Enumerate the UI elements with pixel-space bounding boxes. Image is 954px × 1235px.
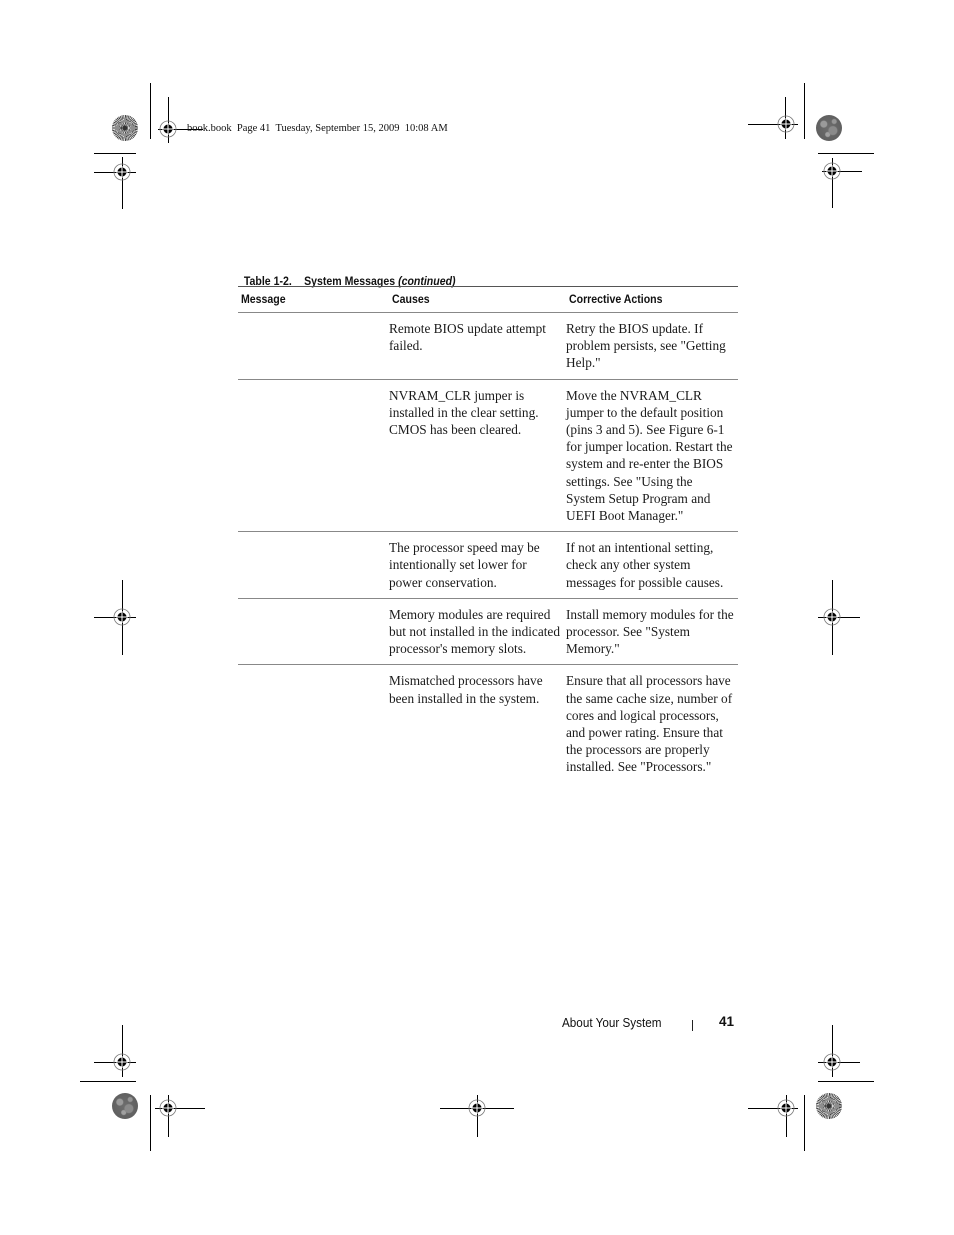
registration-mark-icon: [113, 608, 131, 626]
print-slug: book.book Page 41 Tuesday, September 15,…: [187, 123, 448, 134]
message-cell: [238, 312, 389, 380]
crop-line: [804, 83, 805, 139]
mottled-color-bar-icon: [112, 1093, 138, 1119]
registration-mark-icon: [159, 1099, 177, 1117]
registration-mark-icon: [823, 608, 841, 626]
crop-line: [818, 1081, 874, 1082]
registration-mark-icon: [159, 120, 177, 138]
crop-line: [818, 153, 874, 154]
registration-mark-icon: [468, 1099, 486, 1117]
registration-mark-icon: [777, 115, 795, 133]
message-cell: [238, 379, 389, 533]
starburst-color-bar-icon: [112, 115, 138, 141]
message-cell: [238, 598, 389, 666]
running-footer: About Your System: [562, 1015, 673, 1030]
registration-mark-icon: [113, 1053, 131, 1071]
crop-line: [150, 1095, 151, 1151]
corrective-actions-cell: Retry the BIOS update. If problem persis…: [566, 312, 738, 380]
causes-cell: Memory modules are required but not inst…: [389, 598, 566, 666]
crop-line: [150, 83, 151, 139]
mottled-color-bar-icon: [816, 115, 842, 141]
causes-cell: Mismatched processors have been installe…: [389, 673, 543, 706]
crop-line: [94, 153, 136, 154]
message-cell: [238, 531, 389, 599]
causes-cell: NVRAM_CLR jumper is installed in the cle…: [389, 379, 566, 533]
table-row: The processor speed may be intentionally…: [238, 531, 738, 599]
table-row: Mismatched processors have been installe…: [238, 665, 738, 783]
corrective-actions-cell: Install memory modules for the processor…: [566, 598, 738, 666]
crop-line: [80, 1081, 136, 1082]
registration-mark-icon: [777, 1099, 795, 1117]
registration-mark-icon: [823, 162, 841, 180]
crop-line: [804, 1095, 805, 1151]
table-row: NVRAM_CLR jumper is installed in the cle…: [238, 379, 738, 533]
starburst-color-bar-icon: [816, 1093, 842, 1119]
registration-mark-icon: [113, 163, 131, 181]
system-messages-table: Message Causes Corrective Actions Remote…: [238, 286, 738, 783]
column-header-corrective-actions: Corrective Actions: [566, 286, 738, 313]
table-row: Remote BIOS update attempt failed. Retry…: [238, 312, 738, 380]
table-header-row: Message Causes Corrective Actions: [238, 286, 738, 313]
registration-mark-icon: [823, 1053, 841, 1071]
causes-cell: The processor speed may be intentionally…: [389, 531, 566, 599]
column-header-causes: Causes: [389, 286, 566, 313]
message-cell: [238, 665, 389, 783]
corrective-actions-cell: Move the NVRAM_CLR jumper to the default…: [566, 379, 738, 533]
causes-cell: Remote BIOS update attempt failed.: [389, 312, 566, 380]
table-row: Memory modules are required but not inst…: [238, 598, 738, 666]
corrective-actions-cell: Ensure that all processors have the same…: [566, 673, 733, 775]
column-header-message: Message: [238, 286, 389, 313]
footer-section-title: About Your System: [562, 1015, 662, 1030]
page-number: 41: [719, 1014, 735, 1029]
table-caption: Table 1-2. System Messages (continued): [238, 260, 456, 288]
corrective-actions-cell: If not an intentional setting, check any…: [566, 531, 738, 599]
footer-divider: [692, 1020, 693, 1031]
